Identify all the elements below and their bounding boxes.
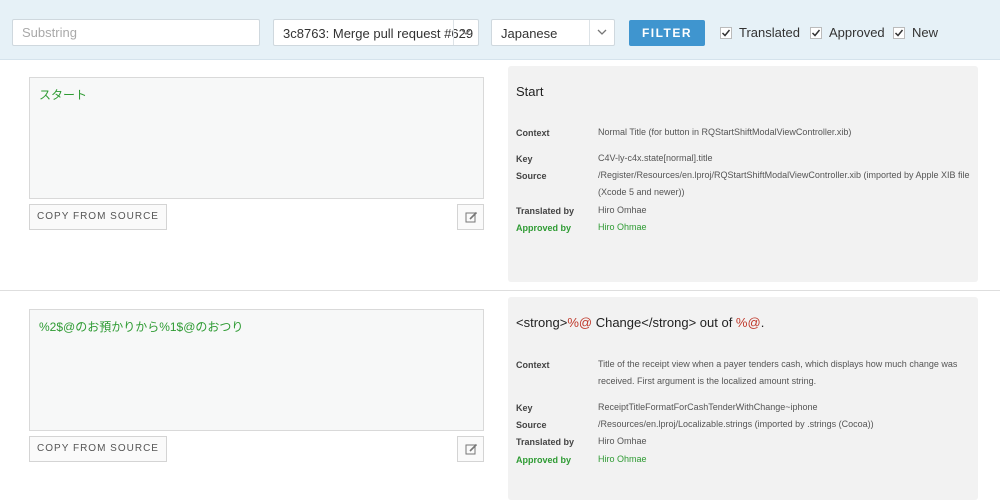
source-info-panel: Start Context Normal Title (for button i… bbox=[508, 66, 978, 282]
select-divider bbox=[589, 20, 590, 45]
language-select[interactable]: Japanese bbox=[491, 19, 615, 46]
source-path-value: /Register/Resources/en.lproj/RQStartShif… bbox=[598, 170, 970, 197]
approved-checkbox[interactable]: Approved bbox=[810, 25, 885, 40]
translated-by-label: Translated by bbox=[516, 206, 575, 216]
translation-text: %2$@のお預かりから%1$@のおつり bbox=[39, 320, 244, 334]
format-specifier: %@ bbox=[735, 315, 761, 330]
new-checkbox-label: New bbox=[912, 25, 939, 40]
checkmark-icon bbox=[893, 26, 905, 39]
translation-textarea[interactable]: スタート bbox=[29, 77, 484, 199]
translated-by-label: Translated by bbox=[516, 437, 575, 447]
source-label: Source bbox=[516, 420, 547, 430]
translation-text: スタート bbox=[39, 88, 88, 102]
search-input[interactable] bbox=[12, 19, 260, 46]
translated-by-value: Hiro Omhae bbox=[598, 436, 647, 446]
translated-checkbox[interactable]: Translated bbox=[720, 25, 800, 40]
translation-textarea[interactable]: %2$@のお預かりから%1$@のおつり bbox=[29, 309, 484, 431]
context-label: Context bbox=[516, 128, 550, 138]
source-string: <strong>%@ Change</strong> out of %@. bbox=[516, 315, 764, 330]
translated-by-value: Hiro Omhae bbox=[598, 205, 647, 215]
source-end: . bbox=[760, 315, 765, 330]
key-label: Key bbox=[516, 154, 533, 164]
edit-button[interactable] bbox=[457, 436, 484, 462]
source-info-panel: <strong>%@ Change</strong> out of %@. Co… bbox=[508, 297, 978, 500]
key-value: ReceiptTitleFormatForCashTenderWithChang… bbox=[598, 402, 818, 412]
filter-button[interactable]: FILTER bbox=[629, 20, 705, 46]
source-string: Start bbox=[516, 84, 544, 99]
translation-row: %2$@のお預かりから%1$@のおつり COPY FROM SOURCE <st… bbox=[0, 291, 1000, 500]
filter-toolbar: 3c8763: Merge pull request #629 Japanese… bbox=[0, 0, 1000, 60]
key-label: Key bbox=[516, 403, 533, 413]
edit-button[interactable] bbox=[457, 204, 484, 230]
source-open-tag: <strong> bbox=[516, 315, 568, 330]
language-select-value: Japanese bbox=[501, 26, 558, 41]
chevron-down-icon bbox=[461, 29, 471, 35]
approved-checkbox-label: Approved bbox=[829, 25, 885, 40]
new-checkbox[interactable]: New bbox=[893, 25, 938, 40]
checkmark-icon bbox=[720, 26, 732, 39]
context-label: Context bbox=[516, 360, 550, 370]
approved-by-value: Hiro Ohmae bbox=[598, 222, 647, 232]
translated-checkbox-label: Translated bbox=[739, 25, 800, 40]
approved-by-value: Hiro Ohmae bbox=[598, 454, 647, 464]
translation-row: スタート COPY FROM SOURCE Start Context Norm… bbox=[0, 61, 1000, 290]
source-middle: Change</strong> out of bbox=[592, 315, 736, 330]
checkmark-icon bbox=[810, 26, 822, 39]
format-specifier: %@ bbox=[567, 315, 593, 330]
edit-icon bbox=[465, 211, 478, 223]
approved-by-label: Approved by bbox=[516, 455, 572, 465]
commit-select-value: 3c8763: Merge pull request #629 bbox=[283, 26, 474, 41]
key-value: C4V-ly-c4x.state[normal].title bbox=[598, 153, 713, 163]
commit-select[interactable]: 3c8763: Merge pull request #629 bbox=[273, 19, 479, 46]
source-path-value: /Resources/en.lproj/Localizable.strings … bbox=[598, 419, 874, 429]
chevron-down-icon bbox=[597, 29, 607, 35]
context-value: Title of the receipt view when a payer t… bbox=[598, 359, 958, 386]
select-divider bbox=[453, 20, 454, 45]
source-label: Source bbox=[516, 171, 547, 181]
copy-from-source-button[interactable]: COPY FROM SOURCE bbox=[29, 204, 167, 230]
copy-from-source-button[interactable]: COPY FROM SOURCE bbox=[29, 436, 167, 462]
edit-icon bbox=[465, 443, 478, 455]
context-value: Normal Title (for button in RQStartShift… bbox=[598, 127, 852, 137]
approved-by-label: Approved by bbox=[516, 223, 572, 233]
